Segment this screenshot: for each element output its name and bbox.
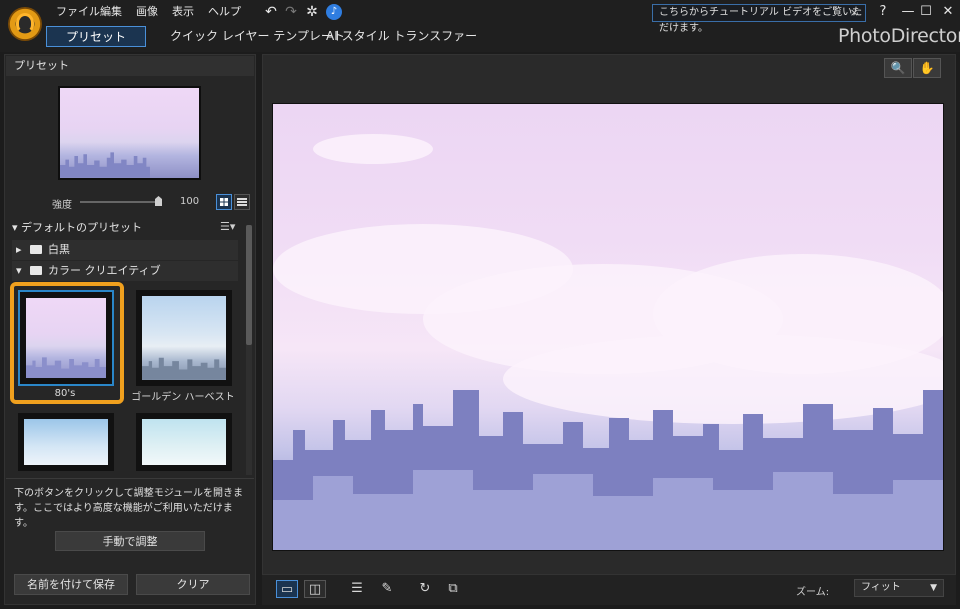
close-icon[interactable]: × (850, 5, 859, 21)
collapse-arrow-icon[interactable]: ▾ (16, 261, 22, 281)
info-text: 下のボタンをクリックして調整モジュールを開きます。ここではより高度な機能がご利用… (14, 488, 243, 529)
help-button[interactable]: ? (873, 3, 893, 21)
city-skyline (60, 152, 150, 178)
preset-card-golden-harvest[interactable] (136, 290, 232, 386)
single-view-icon[interactable]: ▭ (276, 580, 298, 598)
expand-arrow-icon[interactable]: ▸ (16, 240, 22, 260)
intensity-value: 100 (180, 196, 200, 207)
zoom-dropdown[interactable]: フィット ▼ (854, 579, 944, 597)
compare-icon[interactable]: ⧉ (442, 580, 464, 598)
clear-button[interactable]: クリア (136, 574, 250, 595)
close-window-button[interactable]: ✕ (938, 3, 958, 21)
city-skyline (26, 357, 106, 378)
panel-title: プリセット (6, 56, 254, 76)
city-skyline (273, 390, 943, 550)
manual-adjust-button[interactable]: 手動で調整 (55, 531, 205, 551)
intensity-label: 強度 (52, 200, 72, 211)
tab-ai-style-transfer[interactable]: AI スタイル トランスファー (326, 26, 477, 47)
hand-tool-icon[interactable]: ✋ (913, 58, 941, 78)
tab-presets[interactable]: プリセット (46, 26, 146, 47)
menu-file[interactable]: ファイル (56, 4, 100, 20)
tab-quick-layer-templates[interactable]: クイック レイヤー テンプレート (170, 26, 345, 47)
preset-preview (58, 86, 201, 180)
undo-icon[interactable]: ↶ (262, 3, 280, 21)
split-view-icon[interactable]: ◫ (304, 580, 326, 598)
scrollbar-thumb[interactable] (246, 225, 252, 345)
save-as-button[interactable]: 名前を付けて保存 (14, 574, 128, 595)
list-view-icon[interactable] (234, 194, 250, 210)
folder-icon (30, 266, 42, 275)
zoom-tool-icon[interactable]: 🔍 (884, 58, 912, 78)
preset-label-golden-harvest: ゴールデン ハーベスト (131, 392, 235, 403)
folder-label: 白黒 (48, 243, 70, 256)
cloud (313, 134, 433, 164)
rotate-icon[interactable]: ↻ (414, 580, 436, 598)
menu-help[interactable]: ヘルプ (208, 4, 241, 20)
gear-icon[interactable]: ✲ (303, 3, 321, 21)
default-presets-header[interactable]: ▾ デフォルトのプリセット (6, 218, 246, 238)
preset-card-80s[interactable] (18, 290, 114, 386)
grid-view-icon[interactable] (216, 194, 232, 210)
minimize-button[interactable]: — (898, 3, 918, 21)
photo-preview (272, 103, 944, 551)
layers-icon[interactable]: ☰ (346, 580, 368, 598)
folder-black-white[interactable]: ▸ 白黒 (12, 240, 238, 260)
menu-edit[interactable]: 編集 (100, 4, 122, 20)
chevron-down-icon[interactable]: ▼ (930, 580, 937, 596)
menu-image[interactable]: 画像 (136, 4, 158, 20)
bell-icon[interactable]: ♪ (326, 4, 342, 20)
preset-label-80s: 80's (54, 388, 76, 399)
preset-card[interactable] (136, 413, 232, 471)
folder-label: カラー クリエイティブ (48, 264, 161, 277)
maximize-button[interactable]: ☐ (916, 3, 936, 21)
zoom-label: ズーム: (796, 587, 830, 598)
redo-icon[interactable]: ↷ (282, 3, 300, 21)
menu-icon[interactable]: ☰▾ (220, 220, 238, 236)
brand-name: PhotoDirector (838, 25, 960, 47)
collapse-arrow-icon[interactable]: ▾ (12, 221, 18, 234)
zoom-value[interactable]: フィット (861, 582, 901, 593)
preset-card[interactable] (18, 413, 114, 471)
intensity-slider[interactable] (80, 201, 162, 203)
app-logo-mark-icon (16, 13, 34, 33)
city-skyline (142, 358, 226, 380)
folder-color-creative[interactable]: ▾ カラー クリエイティブ (12, 261, 238, 281)
tutorial-banner[interactable]: こちらからチュートリアル ビデオをご覧いただけます。 × (652, 4, 866, 34)
default-presets-label: デフォルトのプリセット (21, 221, 143, 234)
brush-icon[interactable]: ✎ (376, 580, 398, 598)
folder-icon (30, 245, 42, 254)
menu-view[interactable]: 表示 (172, 4, 194, 20)
